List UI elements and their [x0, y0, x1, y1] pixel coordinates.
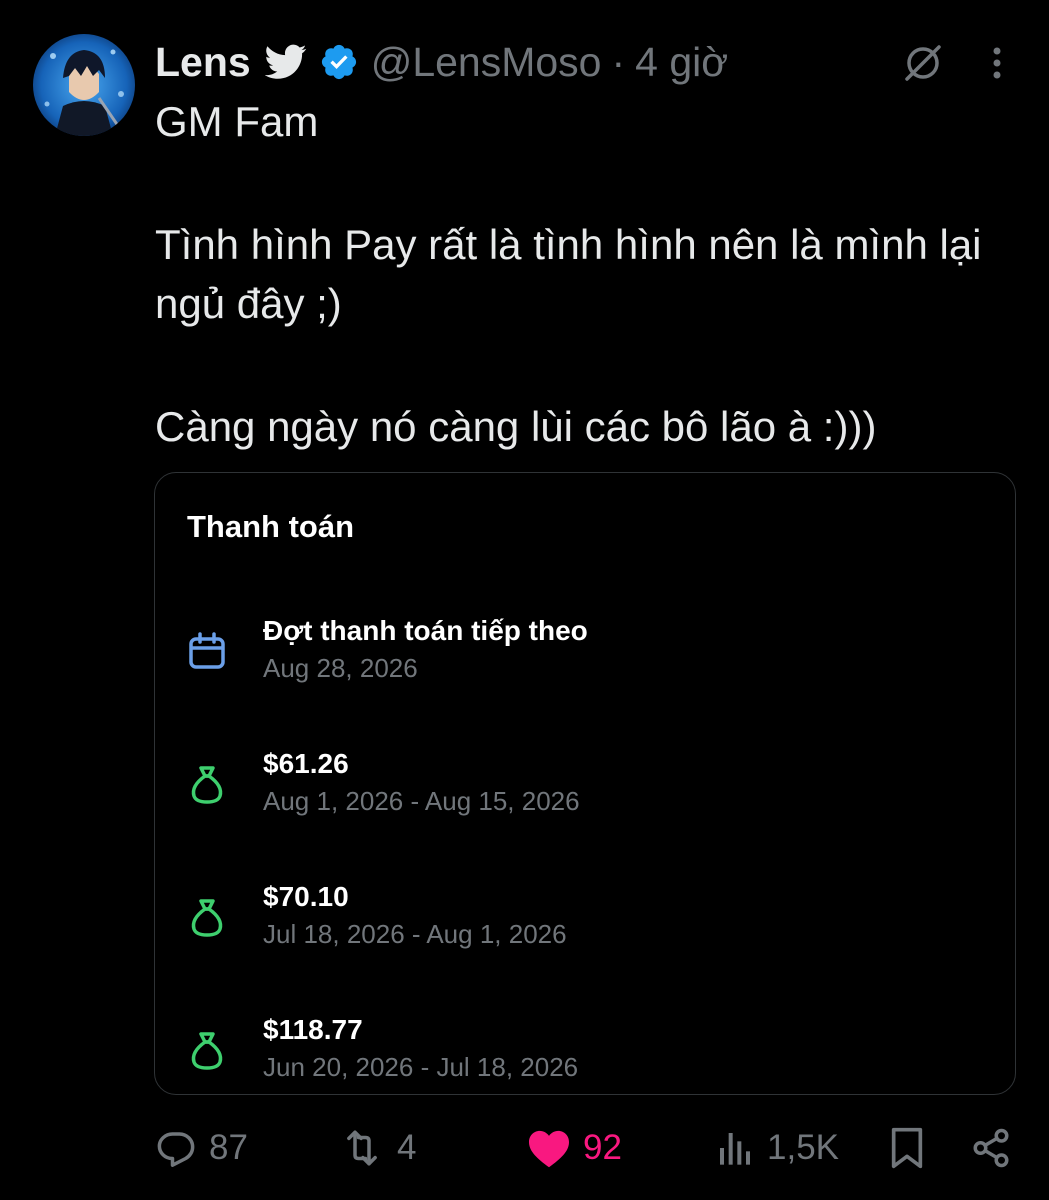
author-name[interactable]: Lens: [155, 39, 251, 86]
views-icon: [720, 1133, 750, 1165]
twitter-bird-icon: [264, 44, 307, 80]
card-title: Thanh toán: [187, 509, 355, 544]
heart-icon: [529, 1130, 569, 1168]
payment-row: $118.77 Jun 20, 2026 - Jul 18, 2026: [187, 1014, 967, 1090]
money-bag-icon: [191, 1032, 223, 1070]
payment-label: Đợt thanh toán tiếp theo: [263, 615, 588, 646]
avatar-image: [33, 34, 135, 136]
payment-amount: $70.10: [263, 881, 349, 912]
grok-icon: [905, 45, 941, 81]
verified-badge-icon: [319, 42, 359, 82]
repost-count: 4: [397, 1128, 417, 1167]
repost-icon: [347, 1130, 377, 1166]
grok-button[interactable]: [898, 40, 948, 86]
payments-card[interactable]: Thanh toán Đợt thanh toán tiếp theo Aug …: [154, 472, 1016, 1095]
payment-date: Aug 28, 2026: [263, 653, 418, 683]
payment-amount: $118.77: [263, 1014, 363, 1045]
payment-amount: $61.26: [263, 748, 349, 779]
reply-icon: [157, 1132, 195, 1167]
like-count: 92: [583, 1128, 622, 1167]
tweet-text: GM Fam Tình hình Pay rất là tình hình nê…: [155, 92, 1025, 456]
payment-period: Jun 20, 2026 - Jul 18, 2026: [263, 1052, 579, 1082]
share-icon: [973, 1128, 1009, 1168]
views-button[interactable]: 1,5K: [715, 1120, 839, 1176]
author-handle[interactable]: @LensMoso: [371, 39, 602, 86]
more-button[interactable]: [982, 40, 1012, 86]
tweet-paragraph: GM Fam: [155, 98, 319, 145]
share-button[interactable]: [970, 1120, 1012, 1176]
views-count: 1,5K: [767, 1128, 839, 1167]
tweet-actions: 87 4 92 1,5K: [155, 1120, 1020, 1176]
avatar[interactable]: [33, 34, 135, 136]
tweet-paragraph: Tình hình Pay rất là tình hình nên là mì…: [155, 221, 982, 327]
separator-dot: ·: [611, 38, 626, 85]
tweet-header: Lens @LensMoso · 4 giờ: [155, 38, 728, 86]
next-payment-row: Đợt thanh toán tiếp theo Aug 28, 2026: [187, 615, 967, 691]
tweet-time[interactable]: 4 giờ: [635, 39, 728, 86]
more-vertical-icon: [993, 47, 1001, 79]
bookmark-icon: [891, 1127, 923, 1169]
payment-row: $70.10 Jul 18, 2026 - Aug 1, 2026: [187, 881, 967, 957]
reply-count: 87: [209, 1128, 248, 1167]
repost-button[interactable]: 4: [339, 1120, 416, 1176]
calendar-icon: [189, 632, 225, 669]
payment-period: Aug 1, 2026 - Aug 15, 2026: [263, 786, 580, 816]
money-bag-icon: [191, 899, 223, 937]
payment-period: Jul 18, 2026 - Aug 1, 2026: [263, 919, 567, 949]
reply-button[interactable]: 87: [155, 1120, 248, 1176]
payment-row: $61.26 Aug 1, 2026 - Aug 15, 2026: [187, 748, 967, 824]
money-bag-icon: [191, 766, 223, 804]
tweet-paragraph: Càng ngày nó càng lùi các bô lão à :))): [155, 403, 877, 450]
like-button[interactable]: 92: [527, 1120, 622, 1176]
bookmark-button[interactable]: [887, 1120, 927, 1176]
